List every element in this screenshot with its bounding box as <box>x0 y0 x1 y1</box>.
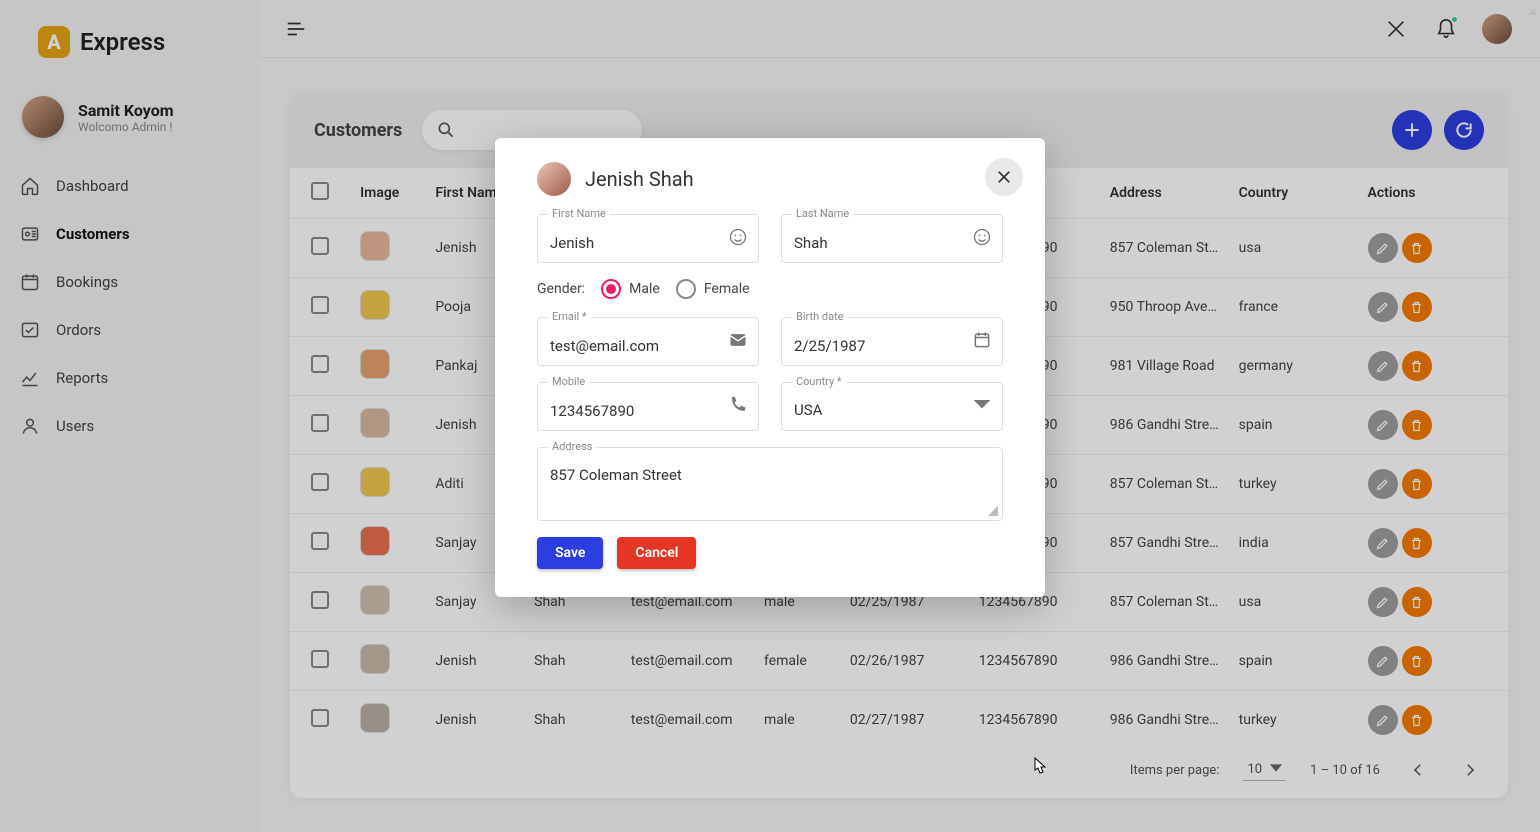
face-icon <box>972 227 992 251</box>
field-label: Country * <box>792 375 846 388</box>
radio-label: Male <box>629 281 660 297</box>
radio-checked-icon <box>601 279 621 299</box>
edit-customer-modal: Jenish Shah First Name Last Name Gender: <box>495 138 1045 597</box>
chevron-down-icon <box>972 395 992 419</box>
country-field[interactable]: Country * USA <box>781 382 1003 431</box>
field-label: Birth date <box>792 310 848 323</box>
gender-row: Gender: Male Female <box>537 279 1003 299</box>
gender-male-radio[interactable]: Male <box>601 279 660 299</box>
field-label: Address <box>548 440 596 453</box>
country-select-value: USA <box>794 401 962 419</box>
radio-label: Female <box>704 281 750 297</box>
address-field[interactable]: Address <box>537 447 1003 521</box>
close-button[interactable] <box>985 158 1023 196</box>
face-icon <box>728 227 748 251</box>
field-label: First Name <box>548 207 610 220</box>
birthdate-input[interactable] <box>794 337 962 355</box>
phone-icon <box>728 395 748 419</box>
mobile-input[interactable] <box>550 402 718 420</box>
mobile-field[interactable]: Mobile <box>537 382 759 431</box>
birthdate-field[interactable]: Birth date <box>781 317 1003 366</box>
modal-title: Jenish Shah <box>585 167 694 191</box>
gender-female-radio[interactable]: Female <box>676 279 750 299</box>
cancel-button[interactable]: Cancel <box>617 537 696 569</box>
field-label: Mobile <box>548 375 589 388</box>
save-button[interactable]: Save <box>537 537 603 569</box>
address-input[interactable] <box>550 466 962 506</box>
field-label: Email * <box>548 310 591 323</box>
first-name-input[interactable] <box>550 234 718 252</box>
modal-avatar <box>537 162 571 196</box>
email-input[interactable] <box>550 337 718 355</box>
mail-icon <box>728 330 748 354</box>
resize-handle-icon[interactable] <box>988 506 998 516</box>
cursor-icon <box>1029 756 1049 780</box>
field-label: Last Name <box>792 207 853 220</box>
modal-overlay[interactable]: Jenish Shah First Name Last Name Gender: <box>0 0 1540 832</box>
calendar-icon <box>972 330 992 354</box>
last-name-input[interactable] <box>794 234 962 252</box>
first-name-field[interactable]: First Name <box>537 214 759 263</box>
email-field[interactable]: Email * <box>537 317 759 366</box>
gender-label: Gender: <box>537 281 585 297</box>
last-name-field[interactable]: Last Name <box>781 214 1003 263</box>
radio-icon <box>676 279 696 299</box>
scroll-up-icon[interactable] <box>1528 2 1538 16</box>
